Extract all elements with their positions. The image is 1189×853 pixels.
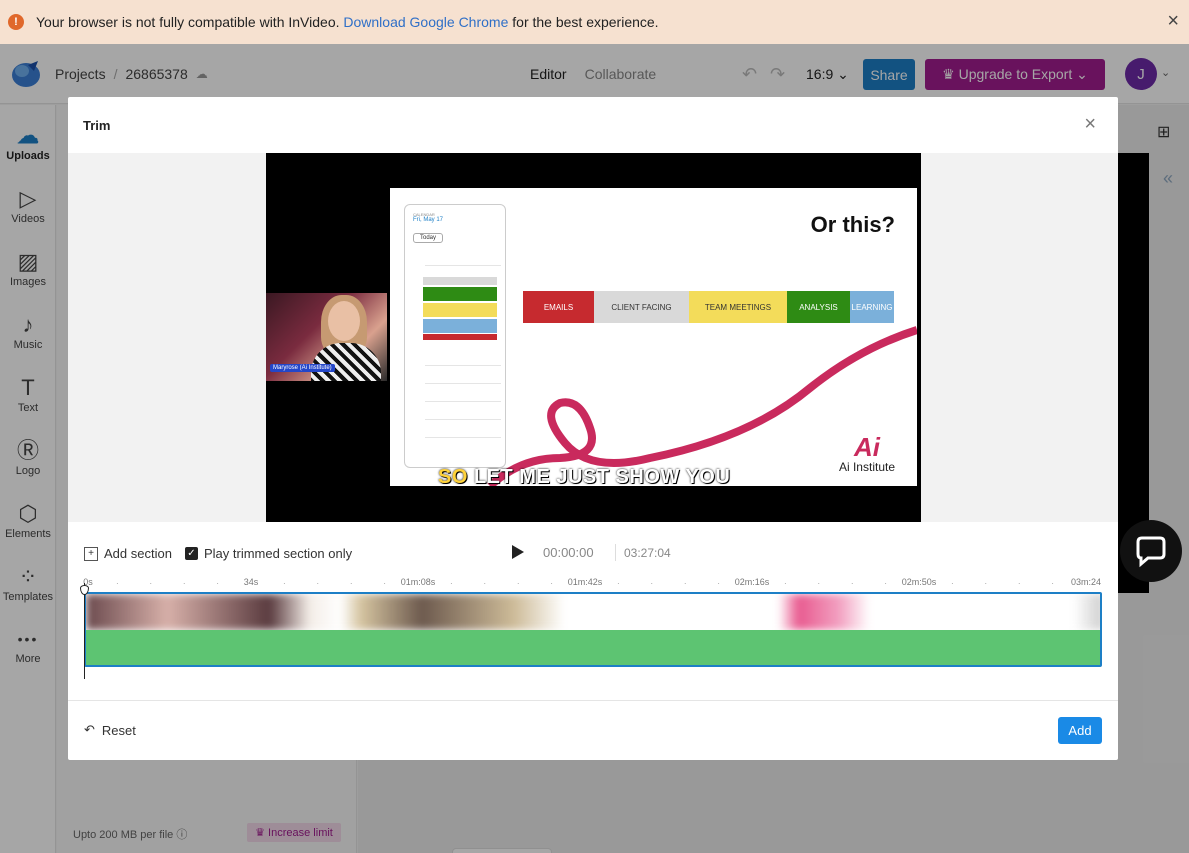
reset-label: Reset bbox=[101, 722, 136, 738]
ruler-label: 02m:50s bbox=[901, 577, 937, 587]
ruler-label: 02m:16s bbox=[734, 577, 770, 587]
presenter-name-tag: Maryrose (Ai Institute) bbox=[270, 364, 335, 372]
presenter-body bbox=[311, 343, 381, 381]
ruler-tick: · bbox=[850, 578, 854, 588]
ruler-tick: · bbox=[550, 578, 554, 588]
ai-logo-name: Ai Institute bbox=[838, 460, 895, 474]
ruler-tick: · bbox=[115, 578, 119, 588]
ruler-tick: · bbox=[984, 578, 988, 588]
ruler-tick: · bbox=[817, 578, 821, 588]
caption-highlight: SO bbox=[438, 466, 468, 488]
caption-text: LET ME JUST SHOW YOU bbox=[473, 466, 731, 488]
ruler-tick: · bbox=[683, 578, 687, 588]
ruler-tick: · bbox=[149, 578, 153, 588]
ruler-label: 34s bbox=[243, 577, 259, 587]
ruler-tick: · bbox=[616, 578, 620, 588]
ruler-tick: · bbox=[282, 578, 286, 588]
trim-controls: + Add section ✓ Play trimmed section onl… bbox=[68, 522, 1118, 582]
ruler-tick: · bbox=[717, 578, 721, 588]
checkbox-checked-icon[interactable]: ✓ bbox=[185, 547, 198, 560]
video-preview[interactable]: Maryrose (Ai Institute) Or this? CALENDA… bbox=[266, 153, 921, 522]
compatibility-banner: ! Your browser is not fully compatible w… bbox=[0, 0, 1189, 44]
video-preview-area: Maryrose (Ai Institute) Or this? CALENDA… bbox=[68, 153, 1118, 522]
add-section-icon: + bbox=[84, 546, 98, 561]
trim-timeline[interactable]: 0s · · · · 34s · · · · 01m:08s · · · · 01m:42s · · · · 02m:1… bbox=[80, 575, 1102, 685]
ai-logo-mark: Ai bbox=[853, 432, 880, 462]
ruler-tick: · bbox=[884, 578, 888, 588]
banner-close-icon[interactable]: × bbox=[1167, 11, 1179, 31]
ribbon-graphic bbox=[487, 326, 917, 486]
ruler-label: 01m:08s bbox=[400, 577, 436, 587]
playhead[interactable] bbox=[80, 583, 89, 679]
ai-institute-logo: Ai Ai Institute bbox=[839, 434, 895, 474]
play-icon[interactable] bbox=[512, 545, 524, 559]
trim-modal: Trim × Maryrose (Ai Institute) Or this? … bbox=[68, 97, 1118, 760]
reset-icon: ↶ bbox=[84, 722, 95, 737]
add-section-button[interactable]: + Add section bbox=[84, 546, 172, 561]
total-duration: 03:27:04 bbox=[624, 546, 671, 560]
slide: Or this? CALENDAR Fri, May 17 Today EMAI… bbox=[390, 188, 917, 486]
video-thumbnails bbox=[86, 594, 1100, 630]
modal-title: Trim bbox=[83, 118, 111, 133]
ruler-tick: · bbox=[1051, 578, 1055, 588]
download-chrome-link[interactable]: Download Google Chrome bbox=[343, 14, 508, 30]
ruler-tick: · bbox=[383, 578, 387, 588]
banner-text: Your browser is not fully compatible wit… bbox=[36, 14, 340, 30]
ruler-tick: · bbox=[216, 578, 220, 588]
ruler-tick: · bbox=[182, 578, 186, 588]
ruler-label: 03m:24 bbox=[1070, 577, 1102, 587]
banner-text-after: for the best experience. bbox=[512, 14, 659, 30]
add-section-label: Add section bbox=[104, 546, 172, 561]
ruler-tick: · bbox=[449, 578, 453, 588]
play-trimmed-only-label: Play trimmed section only bbox=[204, 546, 353, 561]
ruler-tick: · bbox=[349, 578, 353, 588]
chat-support-button[interactable] bbox=[1120, 520, 1182, 582]
timeline-ruler: 0s · · · · 34s · · · · 01m:08s · · · · 01m:42s · · · · 02m:1… bbox=[83, 575, 1102, 591]
presenter-face bbox=[328, 301, 360, 341]
ruler-tick: · bbox=[650, 578, 654, 588]
ruler-label: 01m:42s bbox=[567, 577, 603, 587]
reset-button[interactable]: ↶ Reset bbox=[84, 722, 136, 738]
add-button[interactable]: Add bbox=[1058, 717, 1102, 744]
ruler-tick: · bbox=[316, 578, 320, 588]
close-icon[interactable]: × bbox=[1084, 114, 1096, 134]
current-time: 00:00:00 bbox=[543, 545, 594, 560]
chat-icon bbox=[1136, 536, 1166, 568]
video-caption: SO LET ME JUST SHOW YOU bbox=[438, 466, 730, 489]
warning-icon: ! bbox=[8, 14, 24, 30]
ruler-tick: · bbox=[950, 578, 954, 588]
play-trimmed-only-checkbox[interactable]: ✓ Play trimmed section only bbox=[185, 546, 352, 561]
time-divider bbox=[615, 544, 616, 561]
selected-trim-range[interactable] bbox=[86, 630, 1100, 665]
modal-footer: ↶ Reset Add bbox=[68, 700, 1118, 760]
presenter-webcam: Maryrose (Ai Institute) bbox=[266, 293, 387, 381]
ruler-tick: · bbox=[783, 578, 787, 588]
ruler-tick: · bbox=[1017, 578, 1021, 588]
ruler-tick: · bbox=[483, 578, 487, 588]
timeline-track[interactable] bbox=[84, 592, 1102, 667]
ruler-tick: · bbox=[516, 578, 520, 588]
